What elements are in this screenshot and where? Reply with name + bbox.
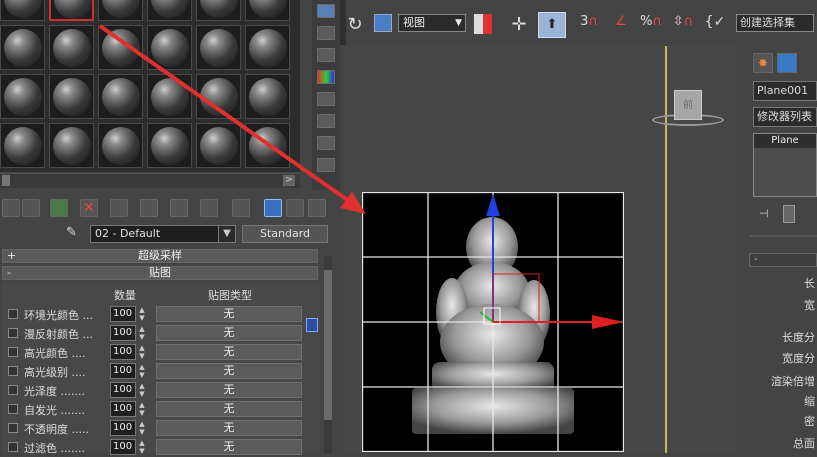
- annotation-overlay: [98, 24, 366, 214]
- annotation-arrow-line: [98, 24, 358, 208]
